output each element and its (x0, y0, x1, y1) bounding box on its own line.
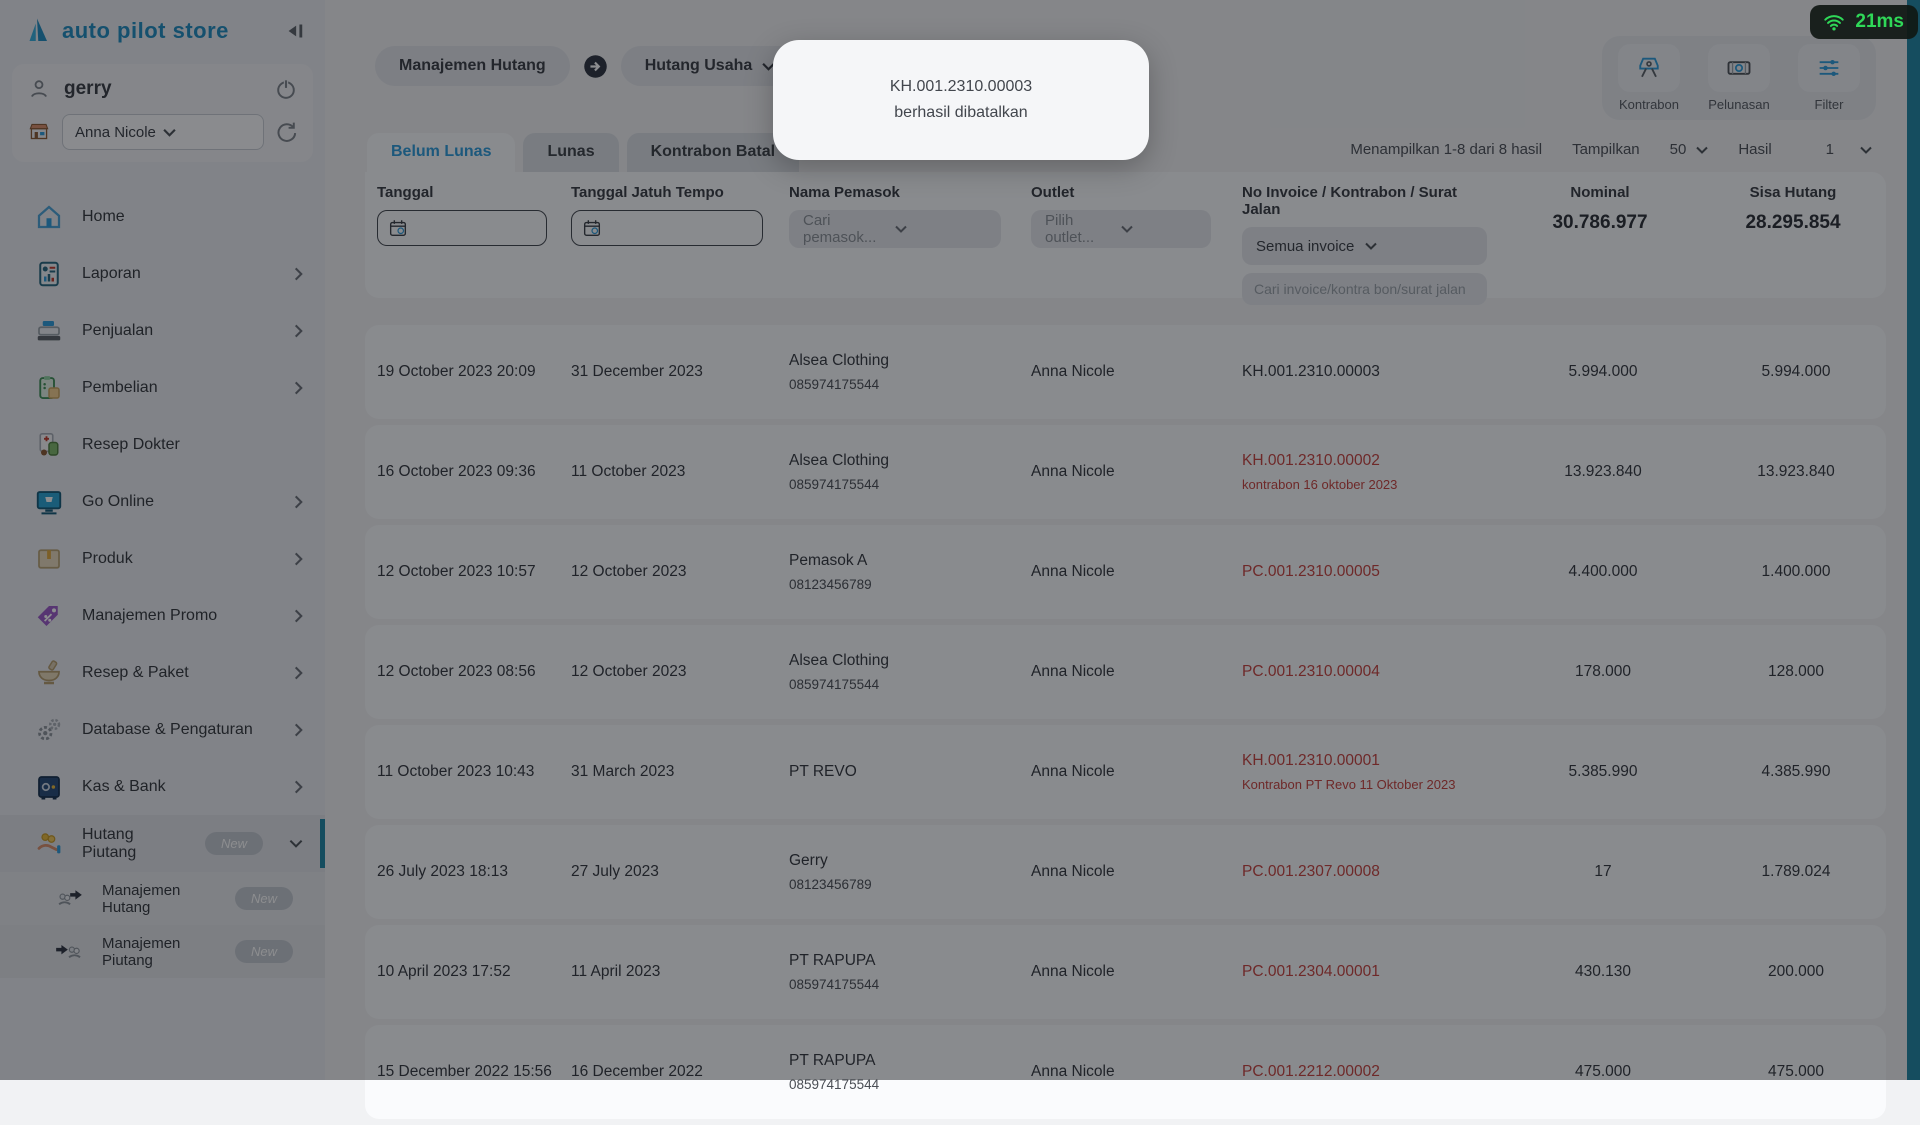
latency-value: 21ms (1855, 11, 1904, 33)
wifi-icon (1822, 11, 1846, 33)
toast-notification: KH.001.2310.00003 berhasil dibatalkan (773, 40, 1149, 160)
dim-overlay (0, 0, 1920, 1080)
latency-badge: 21ms (1810, 5, 1918, 39)
toast-message: berhasil dibatalkan (773, 104, 1149, 122)
toast-title: KH.001.2310.00003 (773, 78, 1149, 96)
